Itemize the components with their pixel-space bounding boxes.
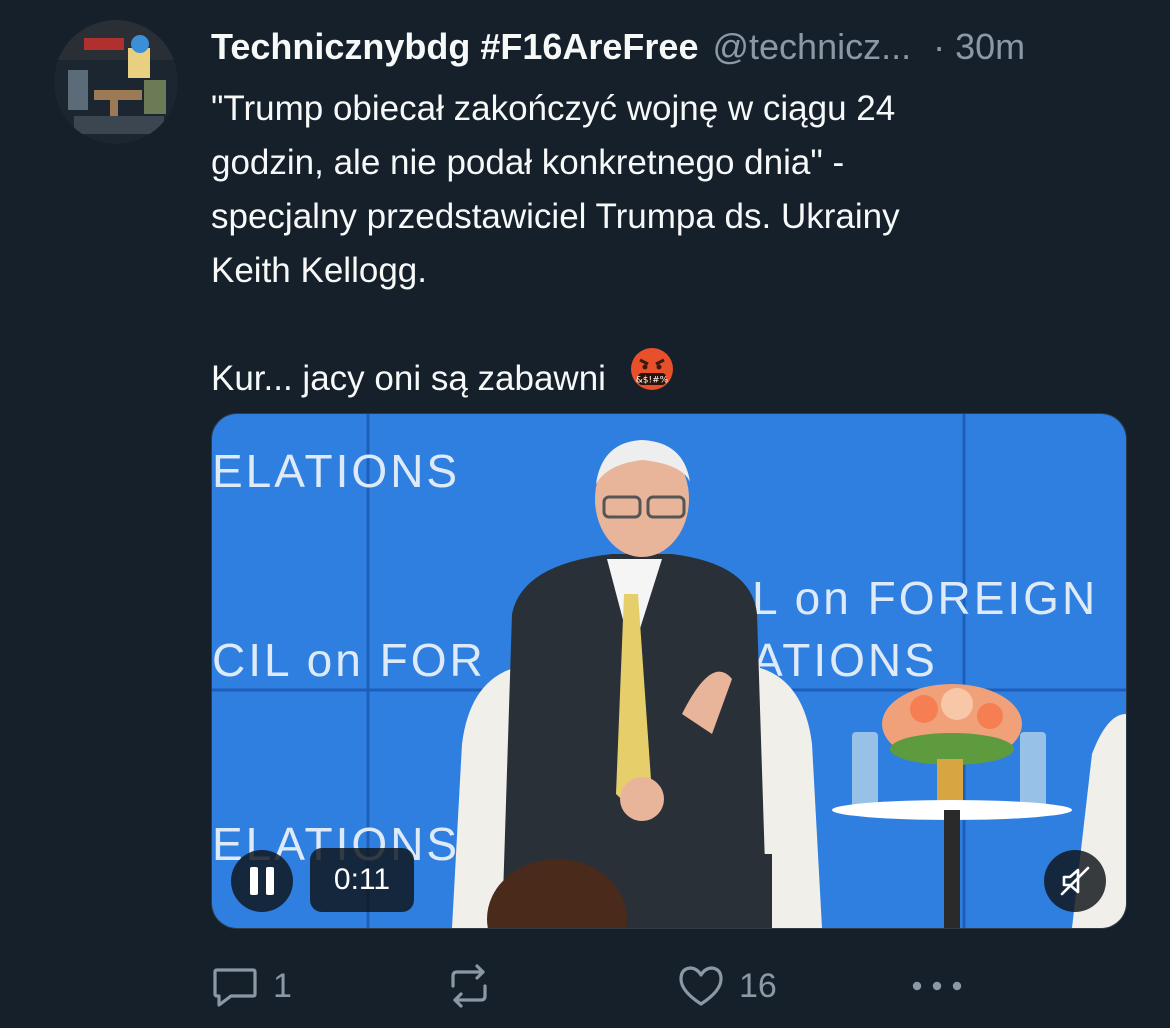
cursing-face-emoji: &$!#% [630,347,674,407]
reply-icon [213,968,257,1007]
more-options-button[interactable] [909,958,965,1014]
separator-dot: · [933,26,946,67]
display-name[interactable]: Technicznybdg #F16AreFree [211,26,698,68]
tweet-text: "Trump obiecał zakończyć wojnę w ciągu 2… [211,82,1111,407]
tweet-card[interactable]: Technicznybdg #F16AreFree @technicz... ·… [0,0,1170,1028]
volume-muted-icon [1060,866,1090,896]
video-player[interactable]: ELATIONS CIL on FOR ATIONS L on FOREIGN … [211,413,1127,929]
tweet-actions: 1 16 [211,958,1131,1014]
video-bg-text-3: L on FOREIGN [752,572,1098,624]
timestamp[interactable]: 30m [955,26,1025,68]
video-bg-text-2: CIL on FOR [212,634,486,686]
pause-button[interactable] [231,850,293,912]
pause-icon [250,867,274,895]
avatar-image [54,20,178,144]
unmute-button[interactable] [1044,850,1106,912]
like-button[interactable]: 16 [677,958,777,1014]
more-horizontal-icon [912,981,962,991]
avatar[interactable] [54,20,178,144]
handle[interactable]: @technicz... [712,26,911,68]
retweet-button[interactable] [445,958,507,1014]
video-bg-text-1: ELATIONS [212,445,460,497]
reply-count: 1 [273,966,292,1005]
tweet-text-content: "Trump obiecał zakończyć wojnę w ciągu 2… [211,89,900,398]
svg-text:&$!#%: &$!#% [636,375,669,385]
video-time-badge: 0:11 [310,848,414,912]
heart-icon [679,966,723,1006]
tweet-header: Technicznybdg #F16AreFree @technicz... ·… [211,24,1131,70]
like-count: 16 [739,966,777,1005]
reply-button[interactable]: 1 [211,958,292,1014]
retweet-icon [451,964,487,1008]
